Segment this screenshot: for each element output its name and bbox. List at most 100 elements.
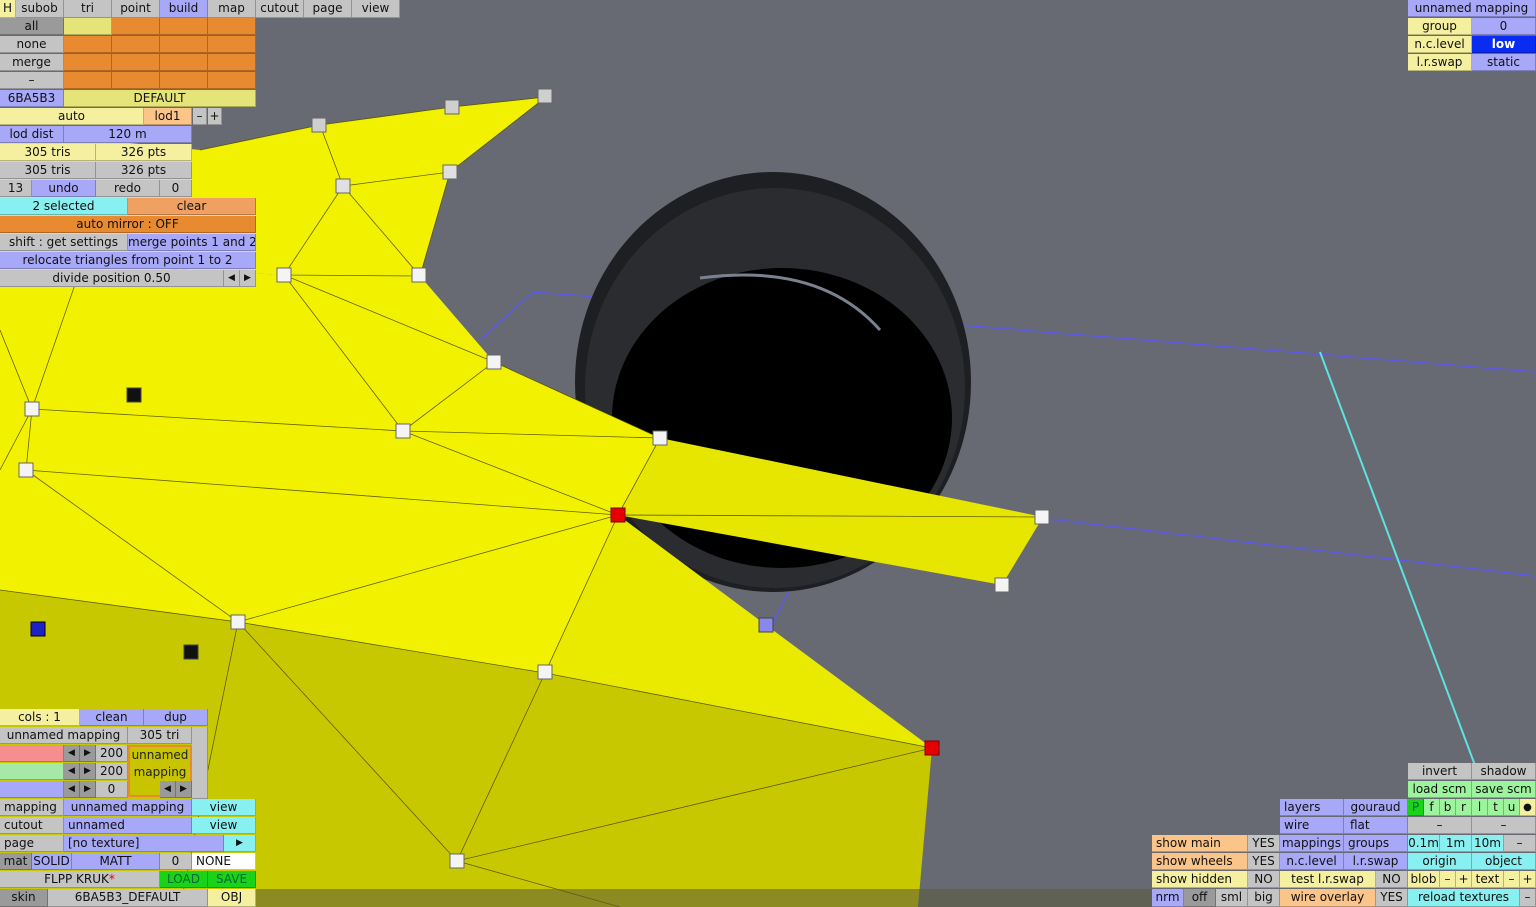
mat-none-field[interactable]: NONE xyxy=(192,853,256,870)
auto-mirror-toggle[interactable]: auto mirror : OFF xyxy=(0,216,256,233)
view-p-button[interactable]: P xyxy=(1408,799,1424,816)
blue-slider[interactable] xyxy=(0,781,64,798)
dash-button-2[interactable]: – xyxy=(1472,817,1536,834)
blue-right-arrow[interactable]: ▶ xyxy=(80,781,96,798)
divide-left-arrow[interactable]: ◀ xyxy=(224,270,240,287)
load-scm-button[interactable]: load scm xyxy=(1408,781,1472,798)
color-swatch[interactable] xyxy=(208,18,256,35)
tab-map[interactable]: map xyxy=(208,0,256,18)
wire-button[interactable]: wire xyxy=(1280,817,1344,834)
grid-minus-button[interactable]: – xyxy=(1504,835,1536,852)
undo-button[interactable]: undo xyxy=(32,180,96,197)
skin-value[interactable]: 6BA5B3_DEFAULT xyxy=(48,889,208,907)
lod-plus-button[interactable]: + xyxy=(208,108,222,125)
shadow-button[interactable]: shadow xyxy=(1472,763,1536,780)
color-swatch[interactable] xyxy=(112,18,160,35)
dup-button[interactable]: dup xyxy=(144,709,208,726)
show-wheels-toggle[interactable]: show wheels xyxy=(1152,853,1248,870)
text-plus-button[interactable]: + xyxy=(1520,871,1536,888)
reload-textures-button[interactable]: reload textures xyxy=(1408,889,1520,907)
groups-button[interactable]: groups xyxy=(1344,835,1408,852)
color-swatch[interactable] xyxy=(64,36,112,53)
shift-get-settings[interactable]: shift : get settings xyxy=(0,234,128,251)
view-f-button[interactable]: f xyxy=(1424,799,1440,816)
text-minus-button[interactable]: – xyxy=(1504,871,1520,888)
mapping-view-button[interactable]: view xyxy=(192,799,256,816)
obj-button[interactable]: OBJ xyxy=(208,889,256,907)
clear-selection-button[interactable]: clear xyxy=(128,198,256,215)
layers-button[interactable]: layers xyxy=(1280,799,1344,816)
dash-button-1[interactable]: – xyxy=(1408,817,1472,834)
show-hidden-toggle[interactable]: show hidden xyxy=(1152,871,1248,888)
cols-setting[interactable]: cols : 1 xyxy=(0,709,80,726)
red-value[interactable]: 200 xyxy=(96,745,128,762)
divide-right-arrow[interactable]: ▶ xyxy=(240,270,256,287)
tab-cutout[interactable]: cutout xyxy=(256,0,304,18)
mat-number[interactable]: 0 xyxy=(160,853,192,870)
color-swatch[interactable] xyxy=(208,36,256,53)
sml-button[interactable]: sml xyxy=(1216,889,1248,907)
tab-tri[interactable]: tri xyxy=(64,0,112,18)
green-value[interactable]: 200 xyxy=(96,763,128,780)
group-value[interactable]: 0 xyxy=(1472,18,1536,35)
viewport-3d[interactable] xyxy=(0,0,1536,907)
nclevel-button[interactable]: n.c.level xyxy=(1280,853,1344,870)
tab-h[interactable]: H xyxy=(0,0,16,18)
preview-left-arrow[interactable]: ◀ xyxy=(160,781,176,798)
redo-button[interactable]: redo xyxy=(96,180,160,197)
file-name[interactable]: FLPP KRUK* xyxy=(0,871,160,888)
big-button[interactable]: big xyxy=(1248,889,1280,907)
blob-minus-button[interactable]: – xyxy=(1440,871,1456,888)
mapping-value[interactable]: unnamed mapping xyxy=(64,799,192,816)
page-value[interactable]: [no texture] xyxy=(64,835,224,852)
view-t-button[interactable]: t xyxy=(1488,799,1504,816)
object-button[interactable]: object xyxy=(1472,853,1536,870)
blue-left-arrow[interactable]: ◀ xyxy=(64,781,80,798)
grid-1m-button[interactable]: 1m xyxy=(1440,835,1472,852)
divide-position-slider[interactable]: divide position 0.50 xyxy=(0,270,224,287)
color-swatch[interactable] xyxy=(160,72,208,89)
page-arrow[interactable]: ▶ xyxy=(224,835,256,852)
red-right-arrow[interactable]: ▶ xyxy=(80,745,96,762)
color-swatch[interactable] xyxy=(64,18,112,35)
tab-page[interactable]: page xyxy=(304,0,352,18)
wire-overlay-value[interactable]: YES xyxy=(1376,889,1408,907)
mappings-button[interactable]: mappings xyxy=(1280,835,1344,852)
auto-button[interactable]: auto xyxy=(0,108,144,125)
green-slider[interactable] xyxy=(0,763,64,780)
mat-matt-button[interactable]: MATT xyxy=(72,853,160,870)
show-main-toggle[interactable]: show main xyxy=(1152,835,1248,852)
green-right-arrow[interactable]: ▶ xyxy=(80,763,96,780)
merge-button[interactable]: merge xyxy=(0,54,64,71)
lrswap-value[interactable]: static xyxy=(1472,54,1536,71)
save-button[interactable]: SAVE xyxy=(208,871,256,888)
show-hidden-value[interactable]: NO xyxy=(1248,871,1280,888)
skin-id[interactable]: 6BA5B3 xyxy=(0,90,64,107)
load-button[interactable]: LOAD xyxy=(160,871,208,888)
color-swatch[interactable] xyxy=(112,54,160,71)
red-left-arrow[interactable]: ◀ xyxy=(64,745,80,762)
color-swatch[interactable] xyxy=(160,54,208,71)
color-swatch[interactable] xyxy=(160,18,208,35)
origin-button[interactable]: origin xyxy=(1408,853,1472,870)
gouraud-button[interactable]: gouraud xyxy=(1344,799,1408,816)
tab-build[interactable]: build xyxy=(160,0,208,18)
blob-plus-button[interactable]: + xyxy=(1456,871,1472,888)
selected-vertex-2[interactable] xyxy=(924,740,940,756)
select-all-button[interactable]: all xyxy=(0,18,64,35)
show-wheels-value[interactable]: YES xyxy=(1248,853,1280,870)
view-dot-button[interactable]: ● xyxy=(1520,799,1536,816)
wire-overlay-button[interactable]: wire overlay xyxy=(1280,889,1376,907)
color-swatch[interactable] xyxy=(208,72,256,89)
invert-button[interactable]: invert xyxy=(1408,763,1472,780)
select-none-button[interactable]: none xyxy=(0,36,64,53)
blue-value[interactable]: 0 xyxy=(96,781,128,798)
cutout-view-button[interactable]: view xyxy=(192,817,256,834)
view-u-button[interactable]: u xyxy=(1504,799,1520,816)
lod-dist-value[interactable]: 120 m xyxy=(64,126,192,143)
clean-button[interactable]: clean xyxy=(80,709,144,726)
view-l-button[interactable]: l xyxy=(1472,799,1488,816)
mapping-scrollbar[interactable] xyxy=(192,727,208,799)
mat-solid-button[interactable]: SOLID xyxy=(32,853,72,870)
lod-selector[interactable]: lod1 xyxy=(144,108,192,125)
